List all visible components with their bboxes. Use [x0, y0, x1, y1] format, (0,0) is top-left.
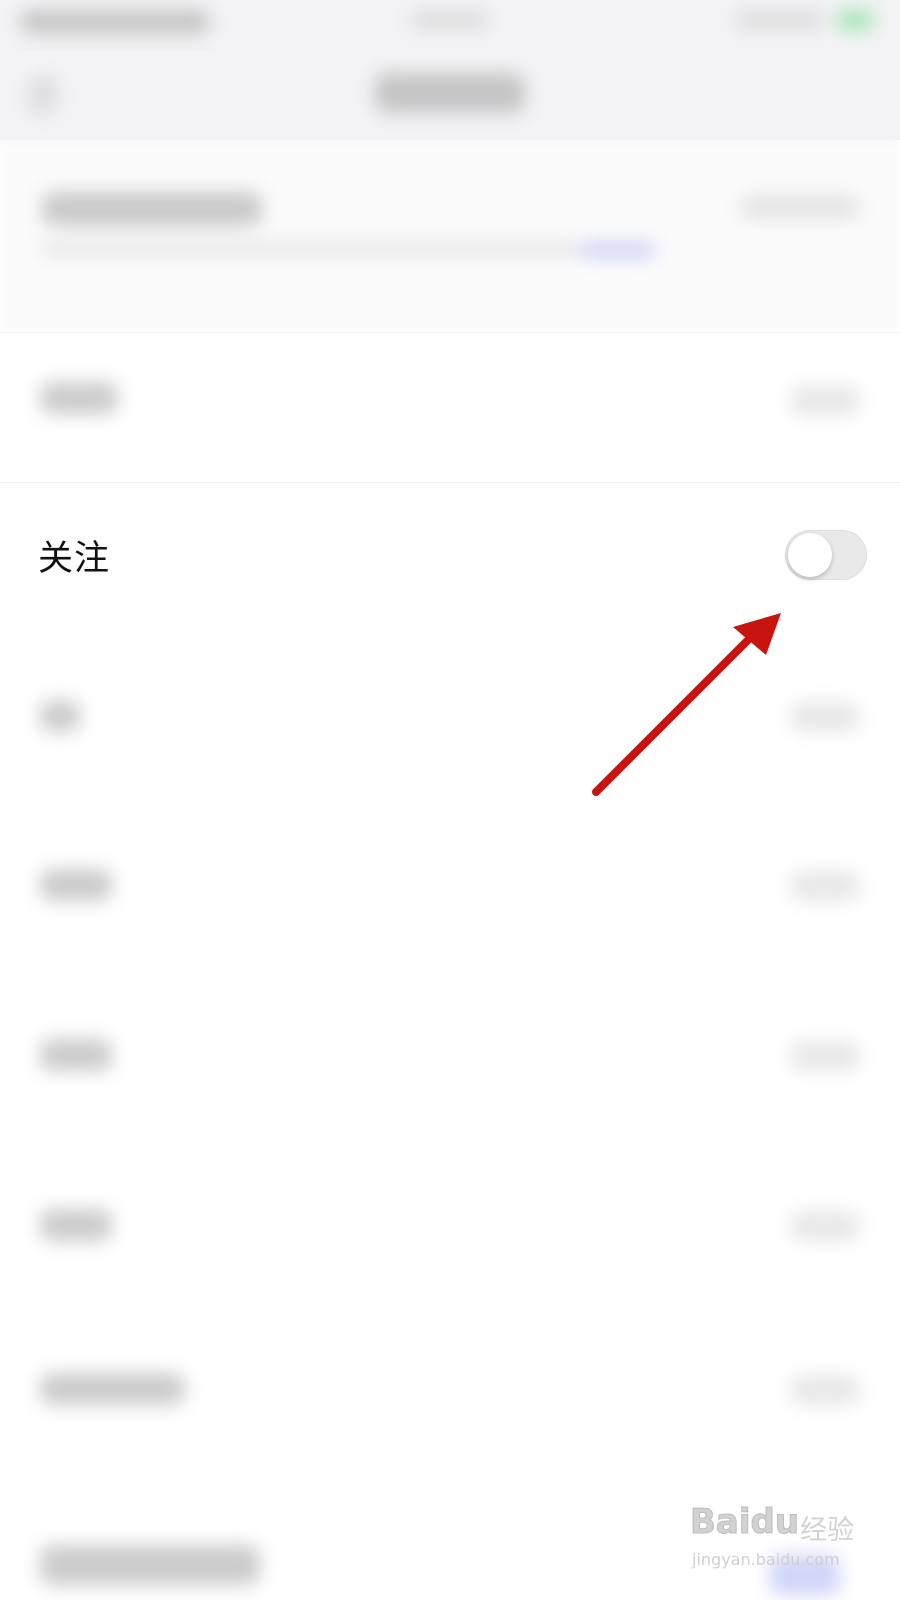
header-right-blurred — [740, 194, 860, 220]
status-bar — [0, 0, 900, 50]
page-title-blurred — [375, 73, 525, 113]
row-control-blurred — [790, 871, 860, 901]
row-control-blurred — [790, 386, 860, 416]
watermark-url: jingyan.baidu.com — [692, 1550, 840, 1569]
watermark-brand: 经验 — [800, 1515, 854, 1546]
list-item[interactable] — [0, 1005, 900, 1125]
list-item[interactable] — [0, 835, 900, 955]
row-label-blurred — [40, 700, 80, 732]
nav-bar — [0, 50, 900, 140]
row-control-blurred — [790, 1211, 860, 1241]
list-item[interactable] — [0, 1175, 900, 1295]
row-label-blurred — [40, 1373, 185, 1405]
annotation-arrow-head — [733, 613, 781, 655]
row-label-blurred — [40, 1209, 112, 1241]
row-control-blurred — [790, 702, 860, 732]
row-label-blurred — [40, 1039, 112, 1071]
status-center-blurred — [410, 10, 490, 30]
toggle-knob — [788, 533, 832, 577]
header-card — [0, 150, 900, 330]
header-link-blurred[interactable] — [580, 242, 655, 258]
list-item[interactable] — [0, 1345, 900, 1465]
row-divider — [0, 482, 900, 483]
status-time-blurred — [20, 10, 210, 34]
row-control-blurred — [790, 1375, 860, 1405]
header-subtitle-blurred — [40, 242, 580, 256]
battery-icon — [835, 10, 875, 30]
baidu-watermark: Baidu 经验 jingyan.baidu.com — [689, 1500, 860, 1580]
row-label-blurred — [40, 869, 112, 901]
follow-label: 关注 — [38, 539, 111, 579]
list-item[interactable] — [0, 660, 900, 780]
follow-toggle[interactable] — [785, 530, 867, 580]
settings-screen: 关注 Baidu 经验 jingyan.baidu.com — [0, 0, 900, 1600]
list-item[interactable] — [0, 346, 900, 466]
back-icon[interactable] — [28, 75, 58, 115]
header-title-blurred — [42, 192, 262, 226]
row-control-blurred — [790, 1041, 860, 1071]
status-icons-blurred — [735, 10, 825, 30]
row-label-blurred — [40, 382, 118, 414]
setting-row-follow — [0, 495, 900, 595]
watermark-logo: Baidu — [689, 1502, 800, 1543]
bottom-item-blurred — [40, 1545, 260, 1585]
section-divider — [0, 332, 900, 333]
